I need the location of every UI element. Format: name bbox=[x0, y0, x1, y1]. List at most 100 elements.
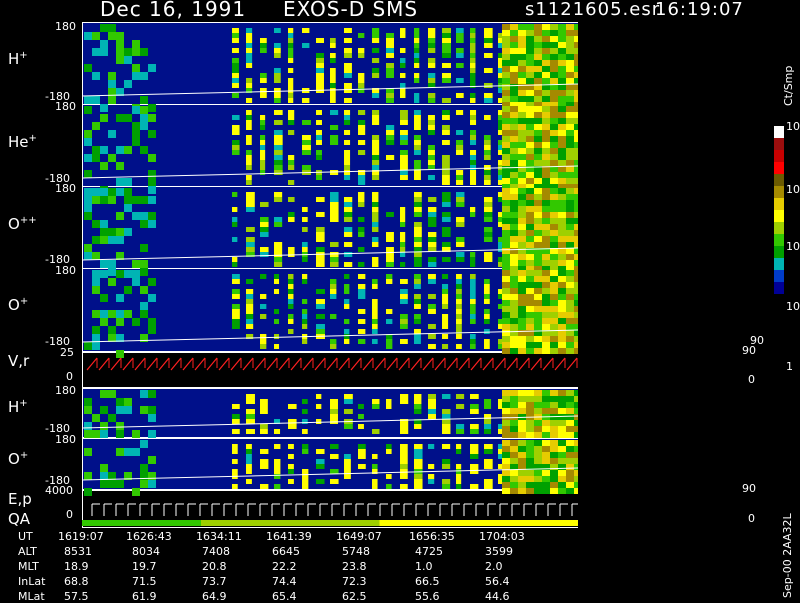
spectrogram-cell bbox=[542, 476, 550, 482]
spectrogram-cell bbox=[456, 252, 465, 257]
spectrogram-cell bbox=[288, 212, 295, 217]
spectrogram-cell bbox=[414, 299, 421, 304]
spectrogram-cell bbox=[518, 288, 526, 294]
spectrogram-cell bbox=[260, 252, 269, 257]
spectrogram-cell bbox=[534, 118, 542, 124]
spectrogram-cell bbox=[558, 236, 566, 242]
spectrogram-cell bbox=[484, 424, 492, 429]
spectrogram-cell bbox=[550, 142, 558, 148]
spectrogram-cell bbox=[518, 236, 526, 242]
spectrogram-cell bbox=[288, 464, 294, 469]
spectrogram-cell bbox=[558, 78, 566, 84]
spectrogram-cell bbox=[400, 115, 408, 120]
spectrogram-cell bbox=[518, 200, 526, 206]
spectrogram-cell bbox=[274, 88, 281, 93]
spectrogram-cell bbox=[302, 309, 308, 314]
spectrogram-cell bbox=[84, 422, 92, 430]
spectrogram-cell bbox=[124, 56, 132, 64]
trace-line bbox=[170, 357, 182, 371]
spectrogram-cell bbox=[558, 336, 566, 342]
spectrogram-cell bbox=[484, 175, 491, 180]
spectrogram-cell bbox=[510, 90, 518, 96]
spectrogram-cell bbox=[386, 279, 393, 284]
trace-line bbox=[158, 357, 170, 371]
panel-label-hplus-2: H+ bbox=[8, 398, 28, 416]
spectrogram-cell bbox=[518, 142, 526, 148]
spectrogram-cell bbox=[358, 175, 366, 180]
spectrogram-cell bbox=[558, 348, 566, 354]
spectrogram-cell bbox=[428, 145, 435, 150]
spectrogram-cell bbox=[502, 36, 510, 42]
spectrogram-cell bbox=[518, 42, 526, 48]
spectrogram-cell bbox=[566, 440, 574, 446]
spectrogram-cell bbox=[288, 160, 295, 165]
spectrogram-cell bbox=[124, 228, 132, 236]
spectrogram-cell bbox=[534, 160, 542, 166]
spectrogram-cell bbox=[428, 73, 436, 78]
spectrogram-cell bbox=[566, 470, 574, 476]
spectrogram-cell bbox=[108, 228, 116, 236]
spectrogram-cell bbox=[330, 409, 338, 414]
spectrogram-cell bbox=[414, 43, 420, 48]
spectrogram-cell bbox=[470, 53, 476, 58]
spectrogram-cell bbox=[518, 112, 526, 118]
spectrogram-cell bbox=[414, 247, 422, 252]
spectrogram-cell bbox=[100, 472, 108, 480]
orbit-cell: 74.4 bbox=[272, 575, 297, 588]
spectrogram-cell bbox=[274, 459, 281, 464]
spectrogram-cell bbox=[124, 448, 132, 456]
spectrogram-cell bbox=[550, 148, 558, 154]
spectrogram-cell bbox=[302, 145, 311, 150]
spectrogram-cell bbox=[550, 476, 558, 482]
spectrogram-cell bbox=[502, 282, 510, 288]
spectrogram-cell bbox=[566, 458, 574, 464]
spectrogram-cell bbox=[386, 212, 394, 217]
spectrogram-cell bbox=[502, 464, 510, 470]
spectrogram-cell bbox=[260, 145, 266, 150]
spectrogram-cell bbox=[484, 419, 492, 424]
spectrogram-cell bbox=[428, 404, 436, 409]
spectrogram-cell bbox=[510, 212, 518, 218]
spectrogram-cell bbox=[246, 28, 253, 33]
spectrogram-cell bbox=[558, 212, 566, 218]
spectrogram-cell bbox=[510, 148, 518, 154]
spectrogram-cell bbox=[542, 96, 550, 102]
spectrogram-cell bbox=[330, 192, 339, 197]
spectrogram-cell bbox=[288, 404, 297, 409]
spectrogram-cell bbox=[372, 399, 380, 404]
spectrogram-cell bbox=[428, 93, 436, 98]
spectrogram-cell bbox=[260, 78, 267, 83]
spectrogram-cell bbox=[566, 348, 574, 354]
spectrogram-cell bbox=[442, 289, 449, 294]
spectrogram-cell bbox=[84, 170, 92, 178]
spectrogram-cell bbox=[428, 294, 436, 299]
spectrogram-cell bbox=[372, 28, 380, 33]
spectrogram-cell bbox=[470, 38, 476, 43]
spectrogram-cell bbox=[526, 230, 534, 236]
spectrogram-cell bbox=[414, 329, 421, 334]
spectrogram-cell bbox=[386, 130, 395, 135]
spectrogram-cell bbox=[92, 252, 100, 260]
spectrogram-cell bbox=[386, 68, 395, 73]
spectrogram-cell bbox=[414, 242, 422, 247]
spectrogram-cell bbox=[246, 98, 253, 103]
spectrogram-cell bbox=[518, 230, 526, 236]
right-tick: 0 bbox=[748, 512, 755, 525]
spectrogram-cell bbox=[140, 286, 148, 294]
spectrogram-cell bbox=[550, 270, 558, 276]
spectrogram-cell bbox=[344, 319, 350, 324]
orbit-cell: 1641:39 bbox=[266, 530, 312, 543]
spectrogram-cell bbox=[316, 135, 322, 140]
spectrogram-cell bbox=[386, 237, 394, 242]
spectrogram-cell bbox=[116, 422, 124, 430]
spectrogram-cell bbox=[542, 42, 550, 48]
spectrogram-cell bbox=[288, 28, 294, 33]
spectrogram-cell bbox=[232, 68, 239, 73]
spectrogram-cell bbox=[414, 145, 421, 150]
spectrogram-cell bbox=[386, 135, 395, 140]
spectrogram-cell bbox=[302, 257, 308, 262]
spectrogram-cell bbox=[84, 154, 92, 162]
spectrogram-cell bbox=[246, 207, 255, 212]
trace-line bbox=[374, 357, 386, 371]
spectrogram-cell bbox=[550, 218, 558, 224]
